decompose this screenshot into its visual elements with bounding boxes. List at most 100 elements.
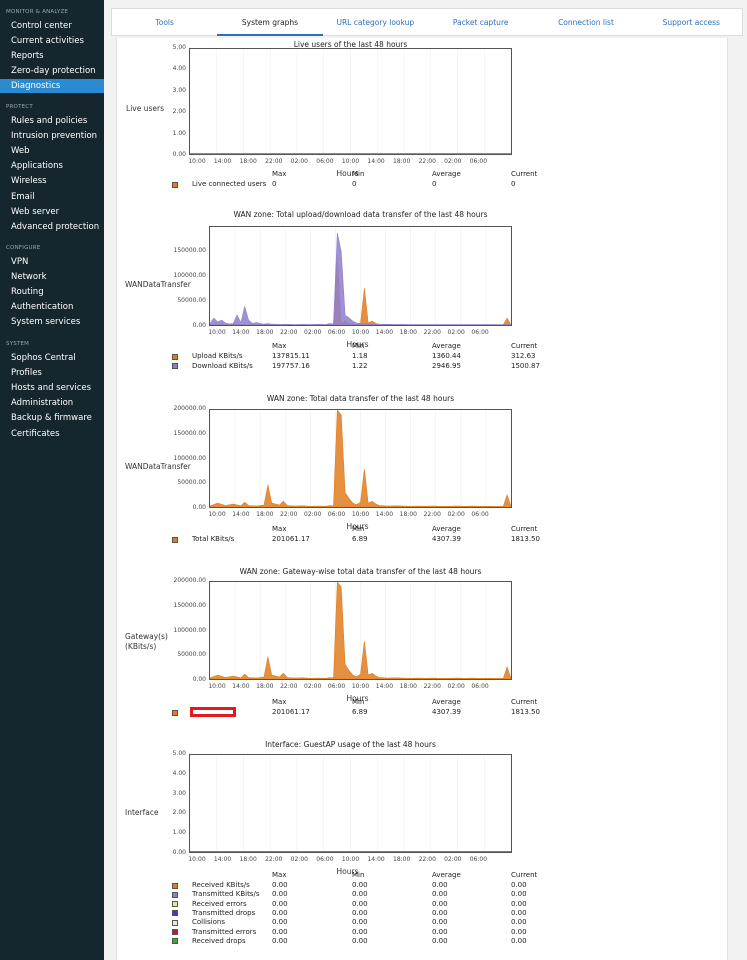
stat-max: 197757.16 [272, 361, 310, 370]
chart-svg [210, 582, 511, 679]
sidebar-item-network[interactable]: Network [0, 270, 104, 284]
stat-max: 0.00 [272, 890, 288, 899]
stat-header-max: Max [272, 342, 287, 350]
sidebar-item-authentication[interactable]: Authentication [0, 300, 104, 314]
y-tick-label: 5.00 [172, 44, 186, 51]
stat-header-average: Average [432, 871, 461, 879]
stat-max: 201061.17 [272, 535, 310, 543]
stat-current: 0.00 [511, 918, 527, 927]
sidebar-item-wireless[interactable]: Wireless [0, 174, 104, 188]
stat-header-max: Max [272, 698, 287, 706]
chart-svg [210, 410, 511, 507]
main-panel: Tools System graphs URL category lookup Pac… [104, 0, 747, 960]
stat-max: 0.00 [272, 936, 288, 945]
x-tick-label: 06:00 [469, 856, 488, 863]
stat-current: 0 [511, 180, 516, 188]
y-tick-label: 0.00 [192, 322, 206, 329]
y-tick-label: 3.00 [172, 789, 186, 797]
chart-svg [190, 755, 511, 852]
tab-support-access[interactable]: Support access [639, 9, 744, 36]
legend-swatch [172, 353, 178, 360]
y-tick-label: 150000.00 [173, 429, 206, 437]
sidebar-item-backup-firmware[interactable]: Backup & firmware [0, 411, 104, 425]
chart-plot-area [189, 48, 512, 155]
sidebar-item-web-server[interactable]: Web server [0, 205, 104, 219]
stat-average: 0 [432, 180, 437, 188]
stat-max: 137815.11 [272, 352, 310, 360]
sidebar-item-sophos-central[interactable]: Sophos Central [0, 351, 104, 365]
stat-min: 6.89 [352, 535, 368, 543]
sidebar-item-zero-day-protection[interactable]: Zero-day protection [0, 64, 104, 78]
sidebar-item-diagnostics[interactable]: Diagnostics [0, 79, 104, 94]
stat-max: 201061.17 [272, 708, 310, 716]
stat-header-max: Max [272, 525, 287, 533]
sidebar-item-vpn[interactable]: VPN [0, 255, 104, 269]
stat-min: 6.89 [352, 708, 368, 716]
tab-url-category-lookup[interactable]: URL category lookup [323, 9, 428, 36]
x-tick-label: 06:00 [471, 683, 489, 690]
stat-average: 0.00 [432, 899, 448, 908]
legend-label: Transmitted drops [192, 908, 256, 917]
legend-swatch [172, 910, 178, 917]
stat-average: 0.00 [432, 908, 448, 917]
tab-connection-list[interactable]: Connection list [533, 9, 638, 36]
sidebar-item-rules-and-policies[interactable]: Rules and policies [0, 114, 104, 128]
y-tick-label: 0.00 [172, 849, 186, 856]
stat-header-max: Max [272, 871, 287, 879]
sidebar: MONITOR & ANALYZE Control center Current a… [0, 0, 104, 960]
stat-max: 0.00 [272, 918, 288, 927]
sidebar-item-system-services[interactable]: System services [0, 315, 104, 329]
y-tick-label: 0.00 [172, 151, 186, 158]
sidebar-item-advanced-protection[interactable]: Advanced protection [0, 220, 104, 234]
legend-label: Live connected users [192, 180, 267, 188]
legend-label: Download KBits/s [192, 361, 253, 370]
y-tick-label: 0.00 [192, 676, 206, 683]
sidebar-item-routing[interactable]: Routing [0, 285, 104, 299]
legend-label: Received drops [192, 936, 246, 945]
redacted-gateway-name [190, 707, 236, 717]
stat-min: 0 [352, 180, 357, 188]
stat-header-min: Min [352, 342, 365, 350]
stat-average: 4307.39 [432, 535, 461, 543]
chart-plot-area [209, 226, 512, 326]
sidebar-item-control-center[interactable]: Control center [0, 19, 104, 33]
sidebar-item-intrusion-prevention[interactable]: Intrusion prevention [0, 129, 104, 143]
tab-system-graphs[interactable]: System graphs [217, 9, 323, 36]
sidebar-item-certificates[interactable]: Certificates [0, 427, 104, 441]
legend-label: Transmitted errors [192, 927, 257, 936]
legend-label: Received KBits/s [192, 881, 250, 889]
legend-label: Received errors [192, 899, 247, 908]
sidebar-item-web[interactable]: Web [0, 144, 104, 158]
sidebar-item-current-activities[interactable]: Current activities [0, 34, 104, 48]
legend-swatch [172, 363, 178, 369]
x-tick-label: 06:00 [471, 329, 489, 336]
stat-current: 1500.87 [511, 361, 540, 370]
y-tick-label: 50000.00 [177, 479, 206, 487]
stat-average: 0.00 [432, 890, 448, 899]
y-tick-label: 100000.00 [173, 272, 206, 279]
sidebar-item-administration[interactable]: Administration [0, 396, 104, 410]
stat-header-average: Average [432, 525, 461, 533]
chart-plot-area [209, 409, 512, 508]
stat-average: 0.00 [432, 936, 448, 945]
x-tick-label: 06:00 [469, 158, 488, 165]
stat-max: 0.00 [272, 908, 288, 917]
sidebar-section-monitor-analyze: MONITOR & ANALYZE [6, 9, 69, 15]
sidebar-item-profiles[interactable]: Profiles [0, 366, 104, 380]
tab-packet-capture[interactable]: Packet capture [428, 9, 533, 36]
stat-min: 0.00 [352, 918, 368, 927]
sidebar-item-email[interactable]: Email [0, 190, 104, 204]
stat-header-min: Min [352, 170, 365, 178]
y-tick-label: 50000.00 [177, 651, 206, 659]
y-tick-label: 200000.00 [173, 405, 206, 412]
stat-header-current: Current [511, 871, 538, 879]
chart-title: WAN zone: Total data transfer of the las… [266, 394, 455, 403]
stat-average: 1360.44 [432, 352, 461, 360]
sidebar-item-applications[interactable]: Applications [0, 159, 104, 173]
sidebar-item-reports[interactable]: Reports [0, 49, 104, 63]
stat-current: 0.00 [511, 899, 527, 908]
tab-tools[interactable]: Tools [112, 9, 217, 36]
y-tick-label: 2.00 [172, 809, 186, 817]
sidebar-item-hosts-and-services[interactable]: Hosts and services [0, 381, 104, 395]
stat-header-min: Min [352, 525, 365, 533]
